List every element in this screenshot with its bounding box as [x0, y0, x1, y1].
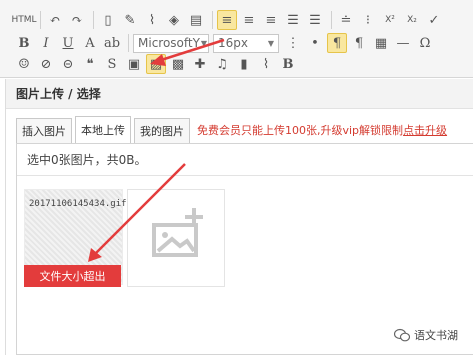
italic-button[interactable]: I — [36, 33, 56, 53]
notice-text: 免费会员只能上传100张,升级vip解锁限制 — [197, 124, 404, 137]
upgrade-link[interactable]: 点击升级 — [403, 124, 447, 137]
brush-icon[interactable]: ⌇ — [256, 54, 276, 74]
chevron-down-icon: ▼ — [267, 38, 275, 48]
image-upload-icon[interactable]: ▨ — [146, 54, 166, 74]
separator — [128, 34, 129, 52]
tab-my-images[interactable]: 我的图片 — [134, 118, 190, 143]
tab-insert-image[interactable]: 插入图片 — [16, 118, 72, 143]
indent-icon[interactable]: ⁝ — [358, 10, 378, 30]
font-family-select[interactable]: MicrosoftY ▼ — [133, 33, 209, 53]
superscript-button[interactable]: X² — [380, 10, 400, 30]
watermark-text: 语文书湖 — [414, 329, 458, 342]
quote-icon[interactable]: ❝ — [80, 54, 100, 74]
tab-local-upload[interactable]: 本地上传 — [75, 116, 131, 143]
new-document-icon[interactable]: ▯ — [98, 10, 118, 30]
table-icon[interactable]: ▦ — [371, 33, 391, 53]
link-icon[interactable]: ⊘ — [36, 54, 56, 74]
wechat-icon — [394, 328, 410, 342]
separator — [212, 11, 213, 29]
paragraph-icon[interactable]: ¶ — [349, 33, 369, 53]
block-format-icon[interactable]: ¶ — [327, 33, 347, 53]
spellcheck-icon[interactable]: ✓ — [424, 10, 444, 30]
bold-b-button[interactable]: B — [278, 54, 298, 74]
unordered-list-icon[interactable]: • — [305, 33, 325, 53]
align-left-icon[interactable]: ≡ — [217, 10, 237, 30]
file-name: 20171106145434.gif — [29, 199, 127, 209]
image-gallery-icon[interactable]: ▩ — [168, 54, 188, 74]
template-icon[interactable]: ▣ — [124, 54, 144, 74]
upload-panel: 选中0张图片，共0B。 20171106145434.gif 文件大小超出 — [16, 143, 473, 355]
strikethrough-icon[interactable]: S — [102, 54, 122, 74]
emoticon-icon[interactable]: ☺ — [14, 54, 34, 74]
underline-button[interactable]: U — [58, 33, 78, 53]
clear-format-icon[interactable]: ◈ — [164, 10, 184, 30]
font-size-value: 16px — [218, 36, 248, 50]
horizontal-rule-icon[interactable]: — — [393, 33, 413, 53]
music-icon[interactable]: ♫ — [212, 54, 232, 74]
selection-info: 选中0张图片，共0B。 — [17, 144, 473, 176]
dialog-tabs: 插入图片 本地上传 我的图片 — [16, 116, 193, 143]
file-error-badge: 文件大小超出 — [24, 265, 121, 287]
dialog-title: 图片上传 / 选择 — [6, 79, 473, 109]
font-family-value: MicrosoftY — [138, 36, 200, 50]
editor-toolbar: HTML ↶ ↷ ▯ ✎ ⌇ ◈ ▤ ≡ ≡ ≡ ☰ ☰ ≐ ⁝ X² X₂ ✓… — [0, 0, 473, 78]
eraser-icon[interactable]: ✎ — [120, 10, 140, 30]
highlight-color-icon[interactable]: ab — [102, 33, 122, 53]
chevron-down-icon: ▼ — [200, 38, 208, 48]
format-brush-icon[interactable]: ⌇ — [142, 10, 162, 30]
add-image-button[interactable] — [127, 189, 225, 287]
separator — [331, 11, 332, 29]
separator — [93, 11, 94, 29]
video-icon[interactable]: ▮ — [234, 54, 254, 74]
unlink-icon[interactable]: ⊝ — [58, 54, 78, 74]
subscript-button[interactable]: X₂ — [402, 10, 422, 30]
add-image-icon — [152, 208, 203, 257]
bold-button[interactable]: B — [14, 33, 34, 53]
toolbar-row-3: ☺ ⊘ ⊝ ❝ S ▣ ▨ ▩ ✚ ♫ ▮ ⌇ B — [14, 53, 300, 75]
ordered-list-icon[interactable]: ⋮ — [283, 33, 303, 53]
redo-icon[interactable]: ↷ — [67, 10, 87, 30]
upgrade-notice: 免费会员只能上传100张,升级vip解锁限制点击升级 — [197, 122, 447, 138]
undo-icon[interactable]: ↶ — [45, 10, 65, 30]
paragraph-spacing-icon[interactable]: ≐ — [336, 10, 356, 30]
align-right-icon[interactable]: ≡ — [261, 10, 281, 30]
align-center-icon[interactable]: ≡ — [239, 10, 259, 30]
plugin-icon[interactable]: ✚ — [190, 54, 210, 74]
html-source-button[interactable]: HTML — [11, 10, 36, 30]
line-height-icon[interactable]: ☰ — [305, 10, 325, 30]
image-upload-dialog: 图片上传 / 选择 插入图片 本地上传 我的图片 免费会员只能上传100张,升级… — [5, 79, 473, 355]
separator — [40, 11, 41, 29]
toolbar-row-2: B I U A ab MicrosoftY ▼ 16px ▼ ⋮ • ¶ ¶ ▦… — [14, 32, 437, 54]
font-size-select[interactable]: 16px ▼ — [213, 33, 279, 53]
special-char-button[interactable]: Ω — [415, 33, 435, 53]
font-color-button[interactable]: A — [80, 33, 100, 53]
watermark: 语文书湖 — [394, 327, 458, 343]
toolbar-row-1: HTML ↶ ↷ ▯ ✎ ⌇ ◈ ▤ ≡ ≡ ≡ ☰ ☰ ≐ ⁝ X² X₂ ✓ — [11, 9, 446, 31]
paste-word-icon[interactable]: ▤ — [186, 10, 206, 30]
align-justify-icon[interactable]: ☰ — [283, 10, 303, 30]
